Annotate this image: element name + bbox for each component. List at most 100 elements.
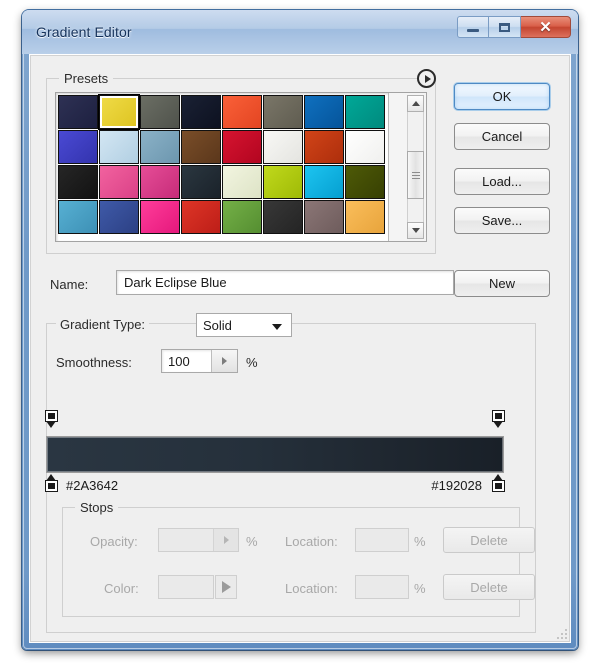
color-location-percent-label: % xyxy=(414,581,426,596)
preset-swatch-gray-green[interactable] xyxy=(140,95,180,129)
window-controls: ✕ xyxy=(457,16,571,38)
scrollbar-thumb[interactable] xyxy=(407,151,424,199)
stops-group-label: Stops xyxy=(75,500,119,515)
preset-swatch-pink-magenta[interactable] xyxy=(99,165,139,199)
stops-group: Stops Opacity: % Location: % Delete Colo… xyxy=(62,500,535,617)
gradient-name-input[interactable] xyxy=(116,270,454,295)
preset-swatch-dark-slate[interactable] xyxy=(181,165,221,199)
color-swatch-input xyxy=(158,575,214,599)
preset-swatch-orange[interactable] xyxy=(345,200,385,234)
resize-grip[interactable] xyxy=(555,627,567,639)
gradient-type-label: Gradient Type: xyxy=(56,317,150,332)
left-stop-hex-label: #2A3642 xyxy=(66,478,119,493)
preset-swatch-crimson[interactable] xyxy=(222,130,262,164)
smoothness-percent-label: % xyxy=(246,355,258,370)
gradient-type-value: Solid xyxy=(203,317,232,333)
smoothness-stepper-arrow-icon[interactable] xyxy=(211,350,237,372)
thumb-grip-line xyxy=(411,177,420,179)
right-color-stop[interactable] xyxy=(492,474,505,492)
preset-swatch-orange-red[interactable] xyxy=(222,95,262,129)
preset-swatch-navy-blue[interactable] xyxy=(99,200,139,234)
preset-swatch-steel-blue[interactable] xyxy=(140,130,180,164)
preset-swatch-grid xyxy=(58,95,388,235)
preset-swatch-medium-blue[interactable] xyxy=(304,95,344,129)
title-bar[interactable]: Gradient Editor ✕ xyxy=(22,10,578,54)
left-opacity-stop[interactable] xyxy=(45,410,58,428)
preset-swatch-white[interactable] xyxy=(345,130,385,164)
preset-swatch-olive-gray[interactable] xyxy=(263,95,303,129)
color-stop-tip xyxy=(46,474,56,481)
smoothness-input[interactable] xyxy=(162,350,211,372)
opacity-location-label: Location: xyxy=(285,534,338,549)
new-button[interactable]: New xyxy=(454,270,550,297)
screen: Gradient Editor ✕ Presets Name: Dark Ecl… xyxy=(0,0,600,668)
color-stop-chip xyxy=(495,483,502,489)
preset-swatch-pale-blue[interactable] xyxy=(99,130,139,164)
opacity-stop-chip xyxy=(495,413,502,419)
right-opacity-stop[interactable] xyxy=(492,410,505,428)
color-location-input xyxy=(355,575,409,599)
close-icon: ✕ xyxy=(539,18,552,36)
color-delete-button: Delete xyxy=(443,574,535,600)
color-stop-tip xyxy=(493,474,503,481)
opacity-input-value xyxy=(159,529,213,551)
color-stop-chip xyxy=(48,483,55,489)
save-button[interactable]: Save... xyxy=(454,207,550,234)
presets-menu-arrow-icon[interactable] xyxy=(417,69,436,88)
preset-swatch-charcoal[interactable] xyxy=(263,200,303,234)
window-title: Gradient Editor xyxy=(36,24,132,40)
presets-well xyxy=(55,92,427,242)
smoothness-field[interactable] xyxy=(161,349,238,373)
name-label: Name: xyxy=(50,277,89,292)
preset-swatch-dark-navy[interactable] xyxy=(58,95,98,129)
presets-group-label: Presets xyxy=(59,71,114,86)
maximize-button[interactable] xyxy=(489,16,521,38)
presets-scrollbar[interactable] xyxy=(388,93,426,241)
opacity-stop-tip xyxy=(46,421,56,428)
opacity-location-input xyxy=(355,528,409,552)
close-button[interactable]: ✕ xyxy=(521,16,571,38)
preset-swatch-red[interactable] xyxy=(181,200,221,234)
smoothness-label: Smoothness: xyxy=(56,355,132,370)
preset-swatch-brick-red[interactable] xyxy=(304,130,344,164)
preset-swatch-yellow-green[interactable] xyxy=(263,165,303,199)
scroll-down-button[interactable] xyxy=(407,222,424,239)
color-label: Color: xyxy=(104,581,139,596)
preset-swatch-blue-violet[interactable] xyxy=(58,130,98,164)
minimize-button[interactable] xyxy=(457,16,489,38)
opacity-stop-chip xyxy=(48,413,55,419)
preset-swatch-cyan[interactable] xyxy=(304,165,344,199)
gradient-bar-area: #2A3642 #192028 xyxy=(45,410,505,500)
preset-swatch-teal[interactable] xyxy=(345,95,385,129)
left-color-stop[interactable] xyxy=(45,474,58,492)
cancel-button[interactable]: Cancel xyxy=(454,123,550,150)
preset-swatch-light-blue[interactable] xyxy=(58,200,98,234)
preset-swatch-near-black[interactable] xyxy=(58,165,98,199)
scroll-up-button[interactable] xyxy=(407,95,424,112)
preset-swatch-grass-green[interactable] xyxy=(222,200,262,234)
preset-swatch-area xyxy=(56,93,388,241)
preset-swatch-mauve-gray[interactable] xyxy=(304,200,344,234)
color-picker-arrow-icon xyxy=(215,575,237,599)
preset-swatch-magenta-pink[interactable] xyxy=(140,165,180,199)
preset-swatch-cream[interactable] xyxy=(222,165,262,199)
preset-swatch-midnight-navy[interactable] xyxy=(181,95,221,129)
preset-swatch-off-white[interactable] xyxy=(263,130,303,164)
scroll-up-arrow-icon xyxy=(411,101,420,106)
thumb-grip-line xyxy=(411,171,420,173)
preset-swatch-yellow[interactable] xyxy=(99,95,139,129)
opacity-input xyxy=(158,528,239,552)
gradient-editor-window: Gradient Editor ✕ Presets Name: Dark Ecl… xyxy=(22,10,578,650)
gradient-type-select[interactable]: Solid xyxy=(196,313,292,337)
opacity-percent-label: % xyxy=(246,534,258,549)
opacity-location-percent-label: % xyxy=(414,534,426,549)
gradient-preview-bar[interactable] xyxy=(46,436,504,473)
presets-group: Presets xyxy=(46,69,436,254)
preset-swatch-brown[interactable] xyxy=(181,130,221,164)
load-button[interactable]: Load... xyxy=(454,168,550,195)
opacity-stepper-arrow-icon xyxy=(213,529,238,551)
preset-swatch-hot-pink[interactable] xyxy=(140,200,180,234)
preset-swatch-dark-olive[interactable] xyxy=(345,165,385,199)
maximize-icon xyxy=(499,22,510,32)
ok-button[interactable]: OK xyxy=(454,83,550,110)
